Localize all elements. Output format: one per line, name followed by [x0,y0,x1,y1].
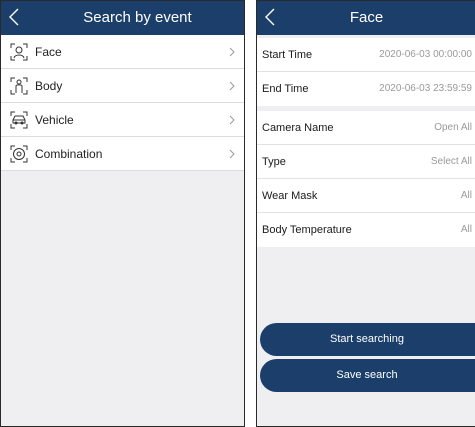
search-by-event-screen: Search by event Face Body Vehicle Combin… [0,0,245,427]
chevron-right-icon [229,47,235,57]
top-bar: Search by event [1,1,244,35]
start-time-row[interactable]: Start Time 2020-06-03 00:00:00 [257,38,475,72]
type-label: Type [262,155,286,168]
menu-item-combination[interactable]: Combination [1,137,244,171]
face-search-screen: Face Start Time 2020-06-03 00:00:00 End … [256,0,475,427]
wear-mask-value: All [460,190,472,201]
type-row[interactable]: Type Select All [257,145,475,179]
top-bar: Face [257,1,475,35]
wear-mask-row[interactable]: Wear Mask All [257,179,475,213]
page-title: Search by event [83,9,192,26]
camera-name-value: Open All [434,122,472,133]
start-searching-label: Start searching [330,333,404,345]
save-search-label: Save search [336,369,398,381]
menu-item-label: Body [35,78,63,93]
start-searching-button[interactable]: Start searching [260,323,475,356]
body-temperature-row[interactable]: Body Temperature All [257,213,475,247]
filter-group: Camera Name Open All Type Select All Wea… [257,111,475,247]
vehicle-icon [9,110,29,130]
chevron-right-icon [229,115,235,125]
menu-item-vehicle[interactable]: Vehicle [1,103,244,137]
start-time-value: 2020-06-03 00:00:00 [379,49,472,60]
camera-name-label: Camera Name [262,121,334,134]
wear-mask-label: Wear Mask [262,189,318,202]
body-temperature-label: Body Temperature [262,224,352,236]
event-type-list: Face Body Vehicle Combination [1,35,244,171]
menu-item-face[interactable]: Face [1,35,244,69]
chevron-right-icon [229,149,235,159]
start-time-label: Start Time [262,48,313,61]
end-time-row[interactable]: End Time 2020-06-03 23:59:59 [257,72,475,106]
body-temperature-value: All [460,224,472,235]
end-time-label: End Time [262,83,309,95]
menu-item-label: Combination [35,146,103,161]
body-icon [9,76,29,96]
end-time-value: 2020-06-03 23:59:59 [379,83,472,94]
menu-item-label: Face [35,44,62,59]
time-range-group: Start Time 2020-06-03 00:00:00 End Time … [257,38,475,106]
menu-item-body[interactable]: Body [1,69,244,103]
combination-icon [9,144,29,164]
chevron-right-icon [229,81,235,91]
face-icon [9,42,29,62]
menu-item-label: Vehicle [35,112,74,127]
save-search-button[interactable]: Save search [260,359,475,392]
type-value: Select All [430,156,472,167]
page-title: Face [349,9,384,26]
camera-name-row[interactable]: Camera Name Open All [257,111,475,145]
